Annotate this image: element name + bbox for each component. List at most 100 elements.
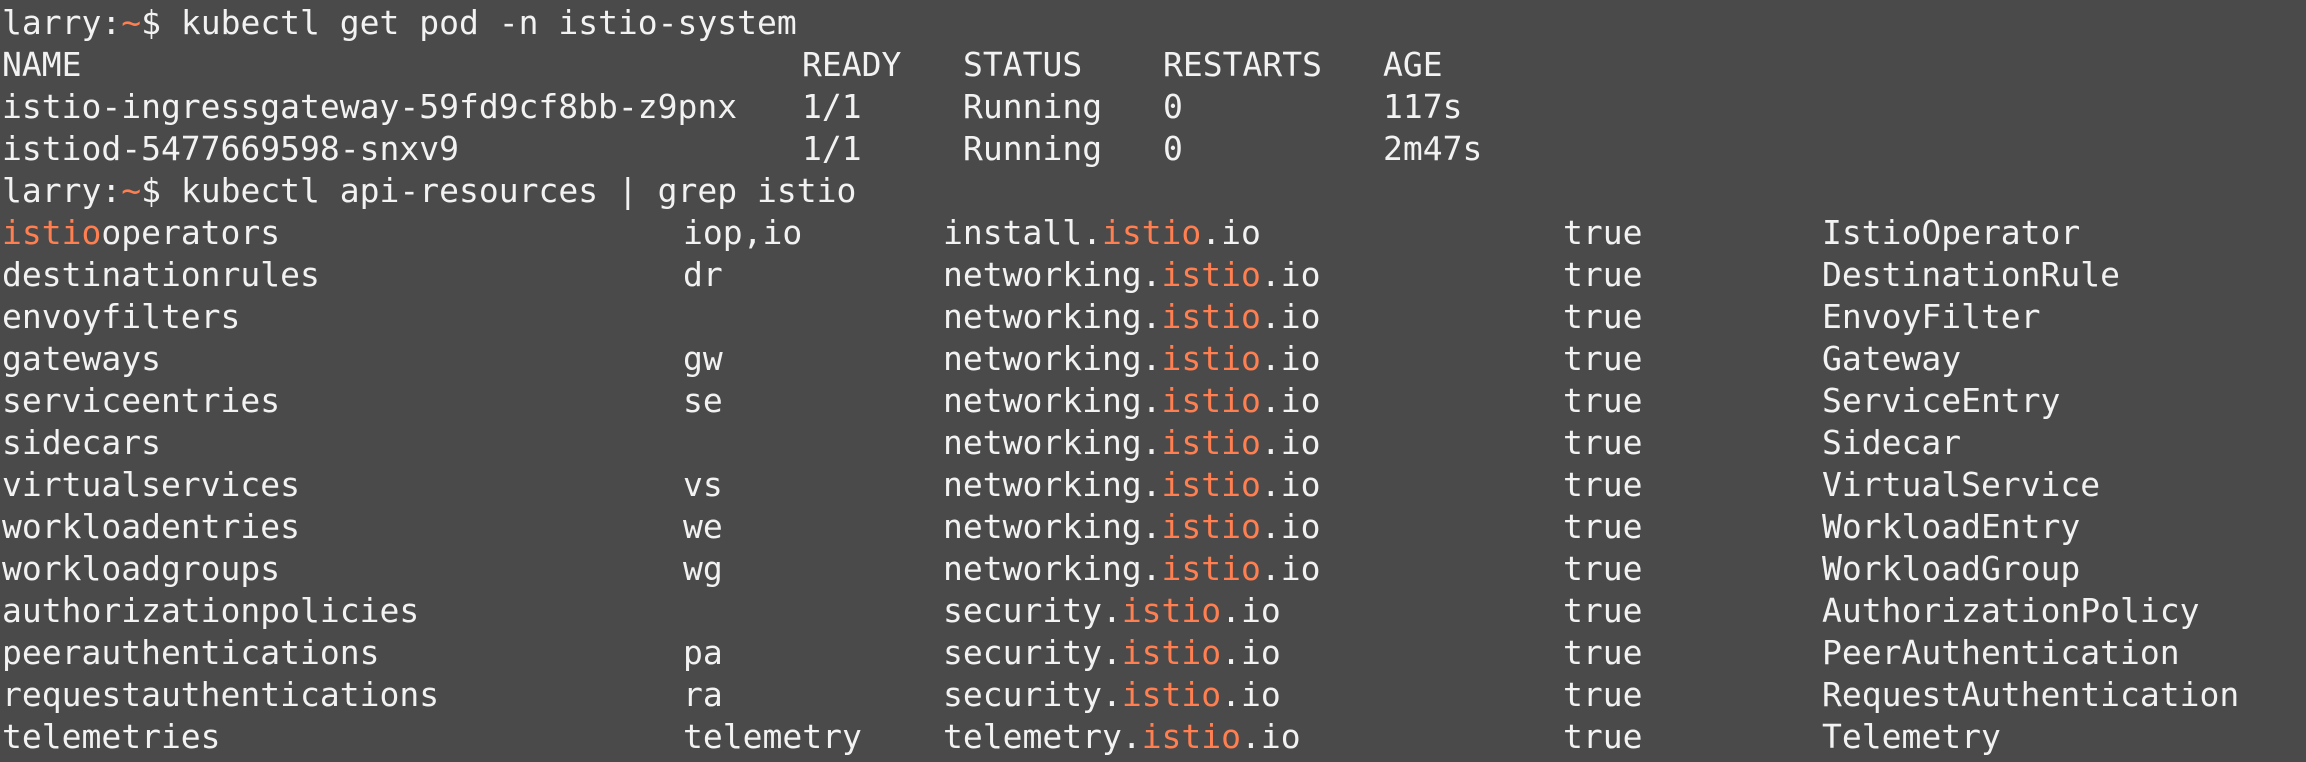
- grep-match-highlight: istio: [1161, 507, 1261, 546]
- apigroup-prefix: networking.: [943, 465, 1162, 504]
- resource-name: telemetries: [2, 716, 221, 758]
- resource-kind: WorkloadGroup: [1822, 549, 2081, 588]
- apigroup-prefix: install.: [943, 213, 1102, 252]
- resource-apigroup: security.istio.io: [943, 590, 1281, 632]
- resource-apigroup: security.istio.io: [943, 632, 1281, 674]
- resource-kind: Sidecar: [1822, 423, 1962, 462]
- resource-kind: RequestAuthentication: [1822, 675, 2240, 714]
- resource-namespaced: true: [1563, 297, 1643, 336]
- resource-shortnames: wg: [683, 549, 723, 588]
- resource-kind: VirtualService: [1822, 465, 2101, 504]
- resource-shortnames: ra: [683, 675, 723, 714]
- command-text: kubectl api-resources | grep istio: [180, 171, 857, 210]
- apigroup-prefix: security.: [943, 675, 1122, 714]
- resource-shortnames: se: [683, 381, 723, 420]
- pod-status: Running: [963, 87, 1103, 126]
- command-text: kubectl get pod -n istio-system: [180, 3, 797, 42]
- resource-apigroup: networking.istio.io: [943, 254, 1321, 296]
- apigroup-prefix: security.: [943, 591, 1122, 630]
- apigroup-prefix: networking.: [943, 255, 1162, 294]
- resource-apigroup: networking.istio.io: [943, 338, 1321, 380]
- pod-table-header: NAME READY STATUS RESTARTS AGE: [2, 44, 1443, 86]
- resource-shortnames: dr: [683, 255, 723, 294]
- apigroup-prefix: networking.: [943, 507, 1162, 546]
- resource-shortnames: telemetry: [683, 717, 862, 756]
- resource-apigroup: networking.istio.io: [943, 380, 1321, 422]
- resource-name-text: sidecars: [2, 423, 161, 462]
- apigroup-suffix: .io: [1260, 339, 1321, 378]
- resource-namespaced: true: [1563, 255, 1643, 294]
- resource-name-text: destinationrules: [2, 255, 320, 294]
- terminal-window[interactable]: larry:~$ kubectl get pod -n istio-system…: [0, 0, 2306, 762]
- resource-namespaced: true: [1563, 381, 1643, 420]
- apigroup-suffix: .io: [1260, 423, 1321, 462]
- resource-name: requestauthentications: [2, 674, 439, 716]
- header-status: STATUS: [963, 45, 1083, 84]
- resource-name-text: operators: [101, 213, 281, 252]
- resource-apigroup: networking.istio.io: [943, 464, 1321, 506]
- resource-name: sidecars: [2, 422, 161, 464]
- resource-name: peerauthentications: [2, 632, 380, 674]
- resource-apigroup: networking.istio.io: [943, 548, 1321, 590]
- header-ready: READY: [802, 45, 902, 84]
- apigroup-suffix: .io: [1260, 255, 1321, 294]
- prompt-symbol: $: [141, 171, 181, 210]
- pod-restarts: 0: [1163, 87, 1183, 126]
- resource-namespaced: true: [1563, 423, 1643, 462]
- resource-name-text: workloadgroups: [2, 549, 281, 588]
- resource-name-text: peerauthentications: [2, 633, 380, 672]
- command-line-2: larry:~$ kubectl api-resources | grep is…: [2, 170, 856, 212]
- pod-name: istiod-5477669598-snxv9: [2, 129, 459, 168]
- resource-kind: PeerAuthentication: [1822, 633, 2180, 672]
- apigroup-suffix: .io: [1221, 675, 1281, 714]
- resource-name-text: workloadentries: [2, 507, 301, 546]
- apigroup-suffix: .io: [1260, 507, 1321, 546]
- resource-name: workloadgroups: [2, 548, 280, 590]
- prompt-tilde: ~: [121, 171, 142, 210]
- resource-shortnames: we: [683, 507, 723, 546]
- pod-row: istiod-5477669598-snxv9 1/1 Running 0 2m…: [2, 128, 1482, 170]
- resource-kind: ServiceEntry: [1822, 381, 2061, 420]
- grep-match-highlight: istio: [1161, 423, 1261, 462]
- apigroup-prefix: telemetry.: [943, 717, 1142, 756]
- grep-match-highlight: istio: [1161, 297, 1261, 336]
- resource-kind: Gateway: [1822, 339, 1962, 378]
- command-line-1: larry:~$ kubectl get pod -n istio-system: [2, 2, 797, 44]
- pod-age: 117s: [1383, 87, 1463, 126]
- apigroup-prefix: networking.: [943, 423, 1162, 462]
- resource-namespaced: true: [1563, 213, 1643, 252]
- apigroup-suffix: .io: [1260, 549, 1321, 588]
- apigroup-suffix: .io: [1221, 591, 1281, 630]
- header-name: NAME: [2, 45, 82, 84]
- resource-name: authorizationpolicies: [2, 590, 419, 632]
- grep-match-highlight: istio: [2, 213, 102, 252]
- pod-status: Running: [963, 129, 1103, 168]
- header-restarts: RESTARTS: [1163, 45, 1322, 84]
- apigroup-prefix: networking.: [943, 549, 1162, 588]
- resource-name: virtualservices: [2, 464, 300, 506]
- pod-restarts: 0: [1163, 129, 1183, 168]
- resource-kind: IstioOperator: [1822, 213, 2081, 252]
- resource-shortnames: gw: [683, 339, 723, 378]
- header-age: AGE: [1383, 45, 1443, 84]
- resource-namespaced: true: [1563, 633, 1643, 672]
- apigroup-suffix: .io: [1260, 297, 1321, 336]
- prompt-user: larry:: [2, 171, 122, 210]
- grep-match-highlight: istio: [1141, 717, 1242, 756]
- grep-match-highlight: istio: [1121, 591, 1222, 630]
- resource-namespaced: true: [1563, 591, 1643, 630]
- resource-apigroup: security.istio.io: [943, 674, 1281, 716]
- resource-name: envoyfilters: [2, 296, 240, 338]
- resource-apigroup: networking.istio.io: [943, 422, 1321, 464]
- resource-shortnames: iop,io: [683, 213, 803, 252]
- resource-namespaced: true: [1563, 717, 1643, 756]
- pod-ready: 1/1: [802, 129, 862, 168]
- resource-namespaced: true: [1563, 507, 1643, 546]
- apigroup-prefix: networking.: [943, 339, 1162, 378]
- prompt-symbol: $: [141, 3, 181, 42]
- resource-name: workloadentries: [2, 506, 300, 548]
- grep-match-highlight: istio: [1121, 633, 1222, 672]
- resource-kind: DestinationRule: [1822, 255, 2121, 294]
- resource-name: serviceentries: [2, 380, 280, 422]
- resource-namespaced: true: [1563, 675, 1643, 714]
